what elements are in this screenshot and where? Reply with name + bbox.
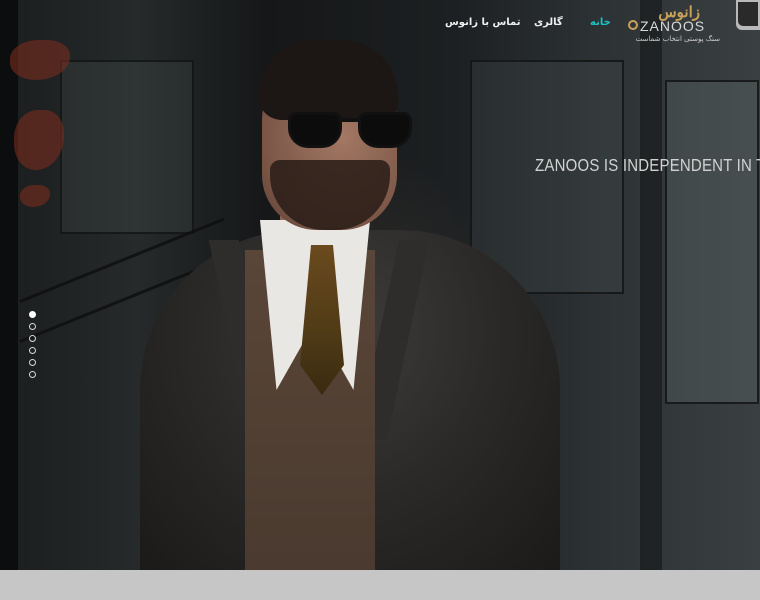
hero-slider: ZANOOS IS INDEPENDENT IN THE FIELD OF S [0,0,760,570]
section-divider-strip [0,570,760,600]
hero-model-figure [120,30,570,570]
background-window [665,80,759,404]
slider-dot-3[interactable] [29,335,36,342]
page: ZANOOS IS INDEPENDENT IN THE FIELD OF S … [0,0,760,600]
background-pillar [640,0,662,570]
slider-dot-1[interactable] [29,311,36,318]
nav-gallery[interactable]: گالری [534,16,563,30]
background-leaves [14,110,64,170]
slider-dot-5[interactable] [29,359,36,366]
logo-tagline: سنگ پوستی انتخاب شماست [635,35,720,43]
hero-headline: ZANOOS IS INDEPENDENT IN THE FIELD OF S [535,156,760,176]
nav-home[interactable]: خانه [590,16,611,30]
slider-dot-6[interactable] [29,371,36,378]
slider-pagination [29,311,39,383]
nav-contact[interactable]: تماس با زانوس [445,16,521,30]
site-logo[interactable]: زانوس ZANOOS سنگ پوستی انتخاب شماست [628,4,728,46]
background-leaves [20,185,50,207]
logo-mark-icon [628,20,638,30]
site-header: تماس با زانوس گالری خانه زانوس ZANOOS سن… [0,0,760,50]
slider-dot-4[interactable] [29,347,36,354]
sunglasses-icon [288,108,422,148]
background-pillar [0,0,18,570]
slider-dot-2[interactable] [29,323,36,330]
logo-english-name: ZANOOS [640,18,706,34]
